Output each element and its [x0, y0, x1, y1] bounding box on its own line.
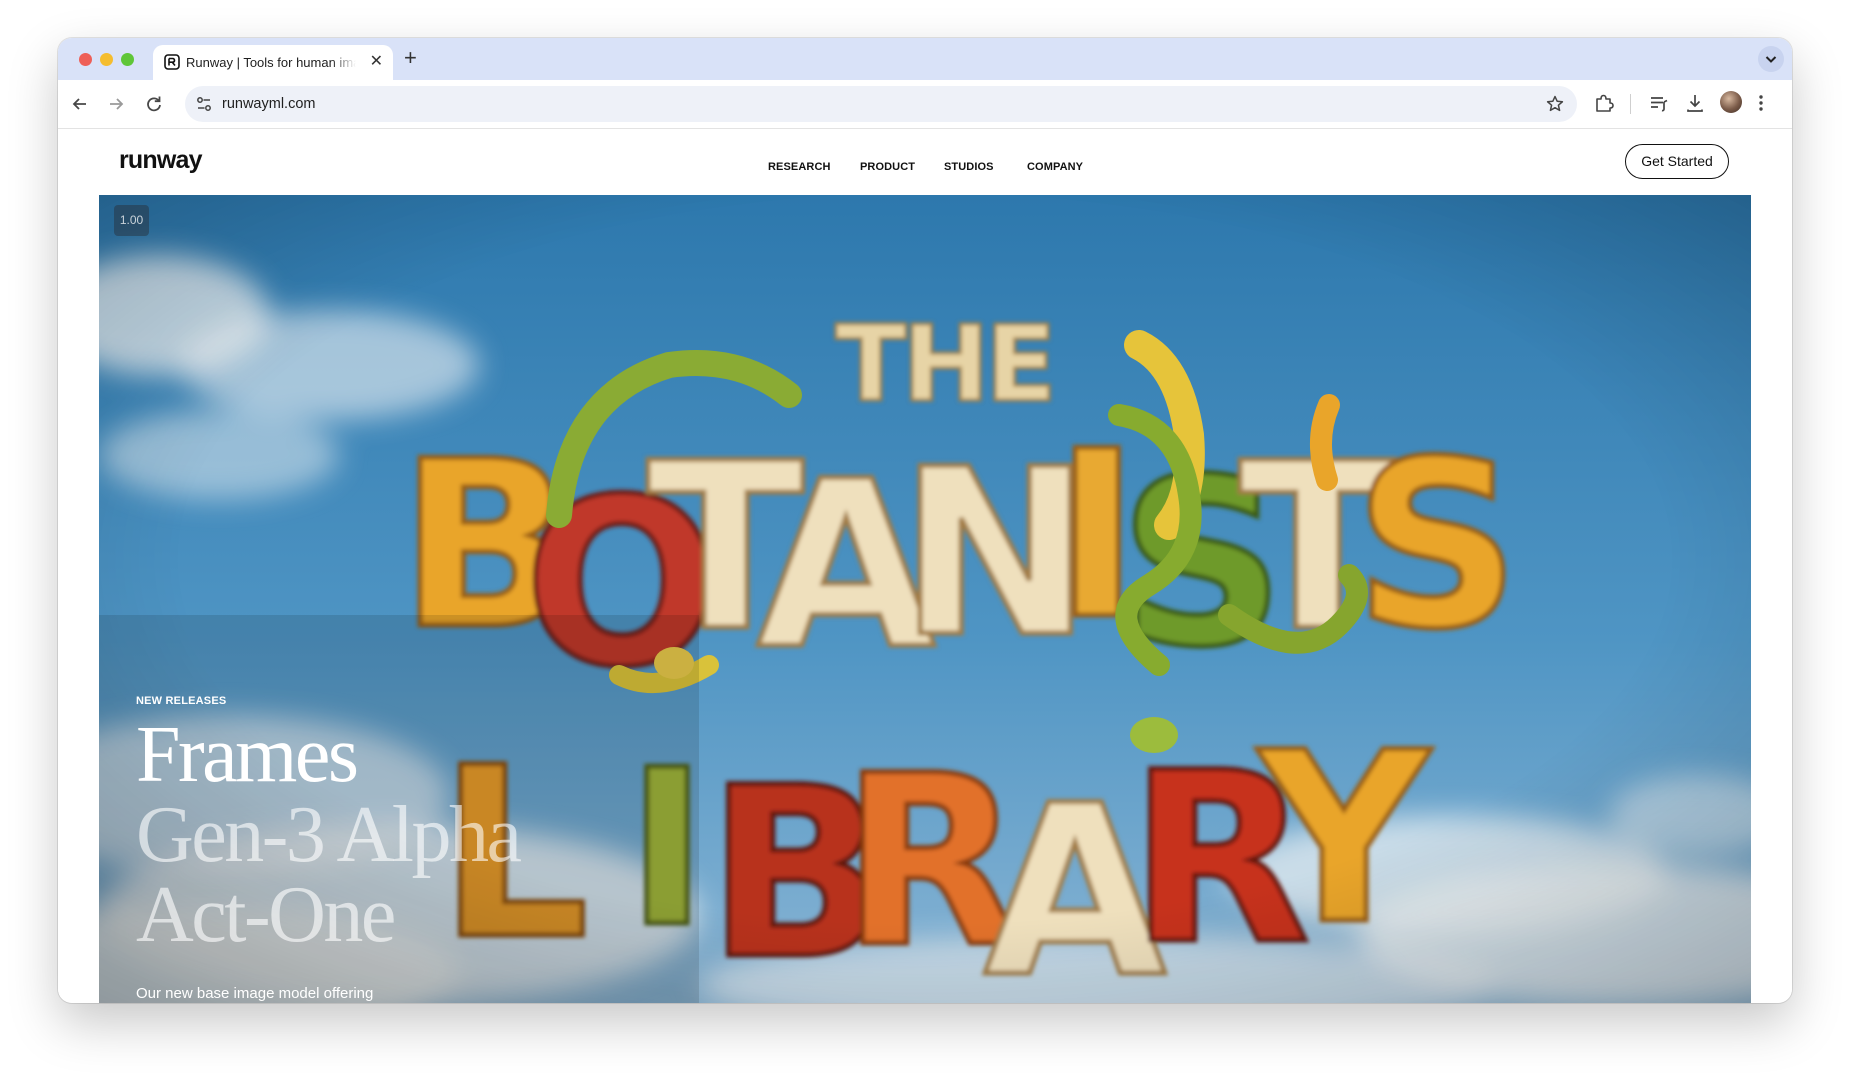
runway-favicon-icon — [164, 54, 180, 70]
nav-studios[interactable]: STUDIOS — [944, 161, 994, 173]
web-page: runway RESEARCH PRODUCT STUDIOS COMPANY … — [58, 129, 1792, 1003]
reload-icon — [147, 96, 161, 112]
nav-research[interactable]: RESEARCH — [768, 161, 831, 173]
hero-video[interactable]: THE B O T A N I S T S — [99, 195, 1751, 1003]
toolbar-divider — [1630, 94, 1631, 114]
tab-title: Runway | Tools for human imagination — [186, 55, 356, 70]
close-window-button[interactable] — [79, 53, 92, 66]
close-tab-icon[interactable]: ✕ — [370, 53, 383, 71]
maximize-window-button[interactable] — [121, 53, 134, 66]
release-frames[interactable]: Frames — [136, 715, 359, 795]
tab-search-button[interactable] — [1758, 46, 1784, 72]
bookmark-star-icon[interactable] — [1545, 94, 1565, 114]
runway-logo[interactable]: runway — [119, 146, 203, 175]
address-bar[interactable]: runwayml.com — [185, 86, 1577, 122]
profile-avatar[interactable] — [1720, 91, 1742, 113]
arrow-left-icon — [72, 98, 86, 110]
hero-eyebrow: NEW RELEASES — [136, 695, 227, 707]
forward-button[interactable] — [102, 90, 130, 118]
browser-tab[interactable]: Runway | Tools for human imagination ✕ — [153, 45, 393, 80]
site-info-icon[interactable] — [195, 95, 213, 113]
nav-product[interactable]: PRODUCT — [860, 161, 915, 173]
reload-button[interactable] — [140, 90, 168, 118]
new-tab-button[interactable]: + — [404, 46, 417, 70]
back-button[interactable] — [66, 90, 94, 118]
release-gen-3-alpha[interactable]: Gen-3 Alpha — [136, 795, 522, 875]
browser-toolbar: runwayml.com — [58, 80, 1792, 129]
url-text[interactable]: runwayml.com — [222, 96, 315, 112]
release-act-one[interactable]: Act-One — [136, 875, 396, 955]
tab-bar: Runway | Tools for human imagination ✕ + — [58, 38, 1792, 80]
chevron-down-icon — [1765, 56, 1777, 63]
arrow-right-icon — [110, 98, 124, 110]
download-icon[interactable] — [1684, 92, 1706, 114]
browser-window: Runway | Tools for human imagination ✕ + — [58, 38, 1792, 1003]
extensions-icon[interactable] — [1593, 92, 1615, 114]
nav-company[interactable]: COMPANY — [1027, 161, 1083, 173]
minimize-window-button[interactable] — [100, 53, 113, 66]
playback-rate-badge[interactable]: 1.00 — [114, 205, 149, 236]
hero-description: Our new base image model offering — [136, 985, 374, 1002]
get-started-button[interactable]: Get Started — [1625, 144, 1729, 179]
reading-list-icon[interactable] — [1648, 92, 1670, 114]
more-options-icon[interactable] — [1757, 92, 1765, 114]
